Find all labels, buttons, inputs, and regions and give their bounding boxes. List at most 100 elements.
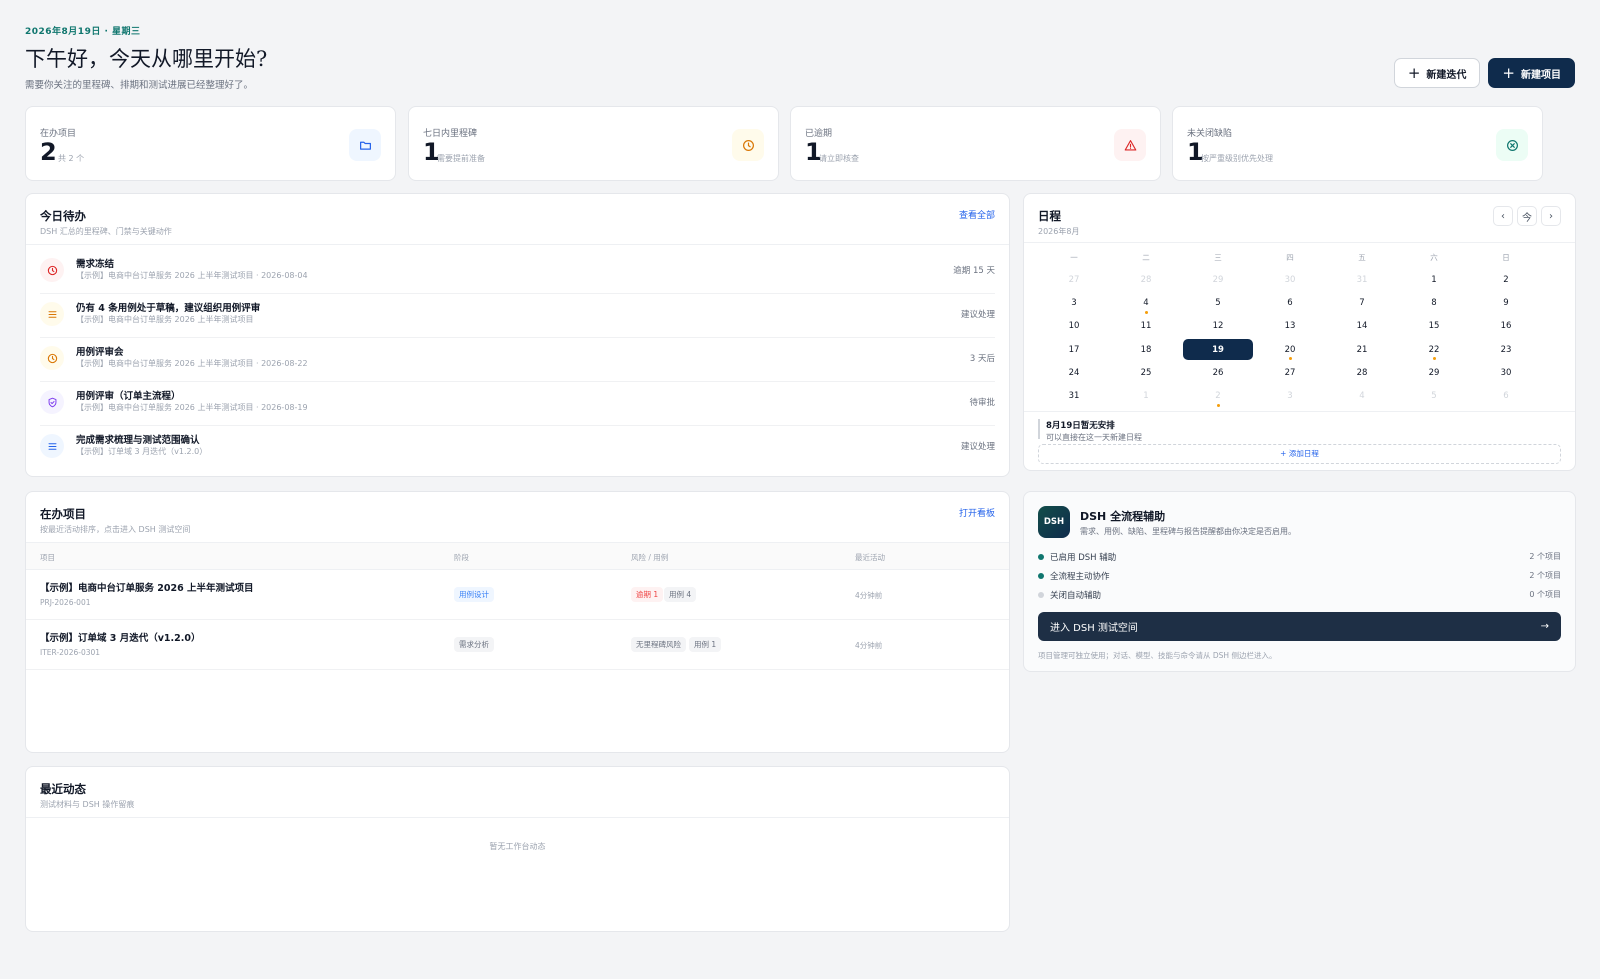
status-dot	[1038, 592, 1044, 598]
calendar-day-number: 12	[1212, 321, 1224, 332]
todo-item[interactable]: 完成需求梳理与测试范围确认 【示例】订单域 3 月迭代（v1.2.0） 建议处理	[40, 426, 995, 470]
calendar-day[interactable]: 21	[1326, 338, 1398, 361]
calendar-day[interactable]: 5	[1182, 291, 1254, 314]
divider	[1024, 242, 1575, 243]
page-subtitle: 需要你关注的里程碑、排期和测试进展已经整理好了。	[25, 80, 254, 91]
stat-card-overdue[interactable]: 已逾期 1 请立即核查	[790, 106, 1161, 181]
event-dot	[1216, 403, 1220, 407]
calendar-day[interactable]: 31	[1038, 384, 1110, 407]
calendar-day[interactable]: 10	[1038, 315, 1110, 338]
stat-card-milestones[interactable]: 七日内里程碑 1 需要提前准备	[408, 106, 779, 181]
todo-item[interactable]: 用例评审会 【示例】电商中台订单服务 2026 上半年测试项目 · 2026-0…	[40, 338, 995, 382]
calendar-week: 10 11 12 13 14 15 16	[1038, 315, 1542, 338]
activity-empty: 暂无工作台动态	[489, 842, 546, 851]
calendar-day[interactable]: 2	[1182, 384, 1254, 407]
schedule-title: 日程	[1038, 209, 1061, 223]
calendar-day[interactable]: 1	[1110, 384, 1182, 407]
stat-value: 2	[40, 138, 57, 166]
calendar-day[interactable]: 25	[1110, 361, 1182, 384]
calendar-day[interactable]: 3	[1254, 384, 1326, 407]
next-month-button[interactable]: ›	[1541, 206, 1561, 226]
calendar-day-number: 6	[1503, 391, 1509, 402]
calendar-day-number: 8	[1431, 297, 1437, 308]
calendar-day[interactable]: 20	[1254, 338, 1326, 361]
calendar-day[interactable]: 27	[1038, 268, 1110, 291]
new-project-button[interactable]: + 新建项目	[1488, 58, 1575, 88]
calendar-day[interactable]: 28	[1326, 361, 1398, 384]
todo-item-title: 完成需求梳理与测试范围确认	[76, 435, 200, 446]
todo-item-meta: 【示例】订单域 3 月迭代（v1.2.0）	[76, 447, 208, 456]
calendar-day[interactable]: 11	[1110, 315, 1182, 338]
todo-item[interactable]: 用例评审（订单主流程） 【示例】电商中台订单服务 2026 上半年测试项目 · …	[40, 382, 995, 426]
calendar-day[interactable]: 8	[1398, 291, 1470, 314]
add-schedule-button[interactable]: + 添加日程	[1038, 444, 1561, 464]
todo-item[interactable]: 仍有 4 条用例处于草稿，建议组织用例评审 【示例】电商中台订单服务 2026 …	[40, 294, 995, 338]
dsh-stat-count: 0 个项目	[1529, 590, 1561, 599]
enter-dsh-button[interactable]: 进入 DSH 测试空间 →	[1038, 612, 1561, 641]
calendar-day[interactable]: 7	[1326, 291, 1398, 314]
open-board-link[interactable]: 打开看板	[959, 506, 995, 519]
prev-month-button[interactable]: ‹	[1493, 206, 1513, 226]
calendar-day-number: 29	[1428, 367, 1440, 378]
calendar-day[interactable]: 3	[1038, 291, 1110, 314]
calendar-day[interactable]: 2	[1470, 268, 1542, 291]
today-button[interactable]: 今	[1517, 206, 1537, 226]
calendar-weeks: 27 28 29 30 31 1 2 3 4 5 6 7 8 9 10 11 12 13 14 15 16 17 18 19 2…	[1038, 268, 1542, 408]
calendar-day[interactable]: 23	[1470, 338, 1542, 361]
calendar-day[interactable]: 5	[1398, 384, 1470, 407]
calendar-day-number: 13	[1284, 321, 1296, 332]
calendar-day[interactable]: 16	[1470, 315, 1542, 338]
calendar-day[interactable]: 15	[1398, 315, 1470, 338]
calendar-day[interactable]: 29	[1182, 268, 1254, 291]
calendar-day[interactable]: 13	[1254, 315, 1326, 338]
calendar-day[interactable]: 30	[1470, 361, 1542, 384]
calendar-day[interactable]: 17	[1038, 338, 1110, 361]
calendar-day[interactable]: 28	[1110, 268, 1182, 291]
calendar-day[interactable]: 31	[1326, 268, 1398, 291]
enter-dsh-label: 进入 DSH 测试空间	[1050, 623, 1138, 634]
schedule-empty-sub: 可以直接在这一天新建日程	[1046, 433, 1142, 442]
folder-icon	[349, 129, 381, 161]
calendar-day[interactable]: 22	[1398, 338, 1470, 361]
todo-item-status: 待审批	[969, 398, 995, 408]
todo-item-title: 需求冻结	[76, 259, 115, 270]
new-iteration-button[interactable]: + 新建迭代	[1393, 58, 1481, 88]
calendar-day[interactable]: 30	[1254, 268, 1326, 291]
column-header: 项目	[40, 553, 55, 562]
calendar-day[interactable]: 24	[1038, 361, 1110, 384]
column-header: 风险 / 用例	[631, 553, 669, 562]
weekday-label: 四	[1286, 253, 1294, 262]
calendar-day-number: 4	[1143, 297, 1149, 308]
calendar-day[interactable]: 12	[1182, 315, 1254, 338]
calendar-day-number: 27	[1068, 274, 1080, 285]
calendar-day[interactable]: 4	[1326, 384, 1398, 407]
calendar-day[interactable]: 29	[1398, 361, 1470, 384]
clock-icon	[40, 346, 64, 370]
header-actions: + 新建迭代 + 新建项目	[1393, 58, 1575, 88]
calendar-day[interactable]: 18	[1110, 338, 1182, 361]
view-all-link[interactable]: 查看全部	[959, 208, 995, 221]
calendar-day[interactable]: 6	[1470, 384, 1542, 407]
calendar-day-today[interactable]: 19	[1182, 338, 1254, 361]
table-row[interactable]: 【示例】电商中台订单服务 2026 上半年测试项目 PRJ-2026-001 用…	[26, 570, 1009, 620]
calendar-day[interactable]: 27	[1254, 361, 1326, 384]
calendar-day[interactable]: 1	[1398, 268, 1470, 291]
calendar-day[interactable]: 26	[1182, 361, 1254, 384]
calendar-day[interactable]: 14	[1326, 315, 1398, 338]
calendar-day[interactable]: 4	[1110, 291, 1182, 314]
todo-item[interactable]: 需求冻结 【示例】电商中台订单服务 2026 上半年测试项目 · 2026-08…	[40, 250, 995, 294]
calendar-day-number: 10	[1068, 321, 1080, 332]
stat-card-defects[interactable]: 未关闭缺陷 1 按严重级别优先处理	[1172, 106, 1543, 181]
projects-subtitle: 按最近活动排序，点击进入 DSH 测试空间	[40, 525, 191, 534]
plus-icon: +	[1502, 63, 1515, 82]
calendar-day[interactable]: 9	[1470, 291, 1542, 314]
calendar-day[interactable]: 6	[1254, 291, 1326, 314]
table-row[interactable]: 【示例】订单域 3 月迭代（v1.2.0） ITER-2026-0301 需求分…	[26, 620, 1009, 670]
divider	[26, 244, 1009, 245]
calendar-day-number: 17	[1068, 344, 1080, 355]
todo-title: 今日待办	[40, 209, 86, 223]
stat-card-active-projects[interactable]: 在办项目 2 共 2 个	[25, 106, 396, 181]
todo-item-status: 建议处理	[960, 442, 995, 452]
todo-item-status: 逾期 15 天	[953, 266, 995, 276]
divider	[26, 817, 1009, 818]
